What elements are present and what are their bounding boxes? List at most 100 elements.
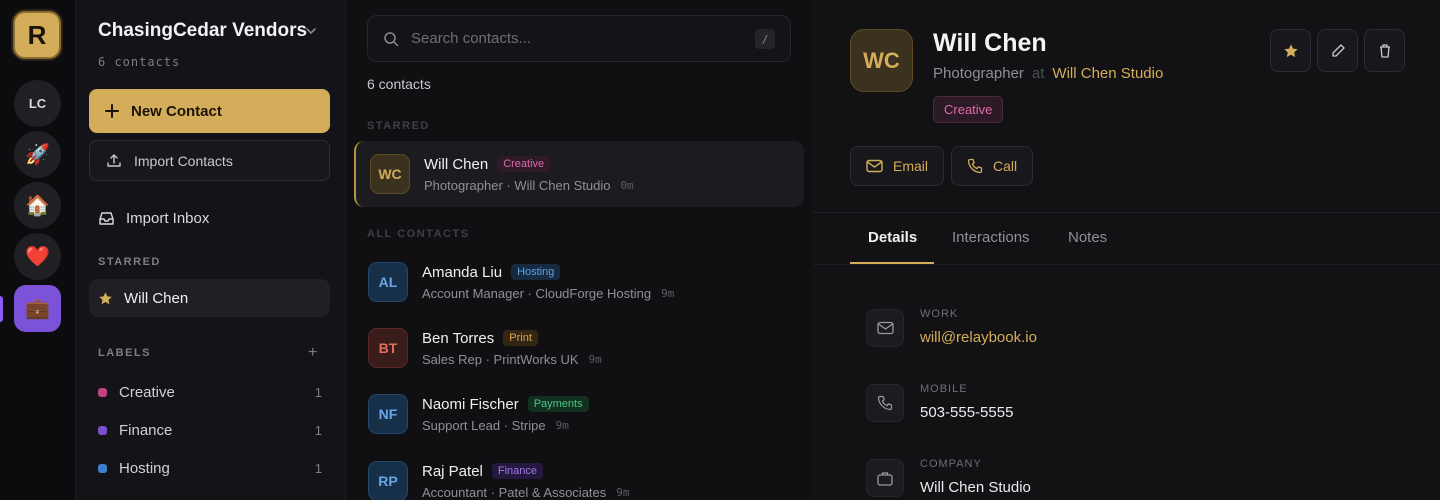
starred-item-will-chen[interactable]: Will Chen xyxy=(89,279,330,317)
label-name: Finance xyxy=(119,422,173,439)
contact-name: Will Chen xyxy=(424,155,489,173)
list-count: 6 contacts xyxy=(367,76,431,92)
label-hosting[interactable]: Hosting 1 xyxy=(98,460,322,477)
contact-card-amanda-liu[interactable]: AL Amanda Liu Hosting Account Manager · C… xyxy=(354,249,804,315)
active-workspace-indicator xyxy=(0,296,3,322)
tab-interactions[interactable]: Interactions xyxy=(952,229,1030,246)
contact-tag: Hosting xyxy=(511,264,561,280)
label-count: 1 xyxy=(314,385,322,400)
workspace-house[interactable]: 🏠 xyxy=(14,182,61,229)
app: R LC 🚀 🏠 ❤️ 💼 ChasingCedar Vendors 6 con… xyxy=(0,0,1440,500)
app-logo[interactable]: R xyxy=(13,11,61,59)
label-count: 1 xyxy=(314,423,322,438)
contact-tag: Creative xyxy=(497,156,551,172)
divider xyxy=(813,264,1440,265)
starred-item-label: Will Chen xyxy=(124,289,189,307)
list-all-title: ALL CONTACTS xyxy=(367,228,470,240)
field-label: MOBILE xyxy=(920,383,968,395)
edit-button[interactable] xyxy=(1317,29,1358,72)
field-value-email[interactable]: will@relaybook.io xyxy=(920,329,1037,346)
contact-time: 9m xyxy=(616,485,630,499)
list-starred-title: STARRED xyxy=(367,120,430,132)
label-color-dot xyxy=(98,426,107,435)
detail-role: Photographer xyxy=(933,65,1024,82)
phone-icon xyxy=(967,158,983,174)
workspace-heart[interactable]: ❤️ xyxy=(14,233,61,280)
label-name: Creative xyxy=(119,384,175,401)
email-button-label: Email xyxy=(893,158,929,174)
briefcase-icon xyxy=(877,471,893,486)
sidebar: ChasingCedar Vendors 6 contacts New Cont… xyxy=(76,0,346,500)
new-contact-label: New Contact xyxy=(131,102,222,120)
field-label: COMPANY xyxy=(920,458,982,470)
contact-name: Ben Torres xyxy=(422,329,495,347)
field-value-company: Will Chen Studio xyxy=(920,479,1031,496)
chevron-down-icon[interactable] xyxy=(304,24,318,38)
workspace-rail: R LC 🚀 🏠 ❤️ 💼 xyxy=(0,0,76,500)
contact-card-naomi-fischer[interactable]: NF Naomi Fischer Payments Support Lead · … xyxy=(354,381,804,447)
call-button[interactable]: Call xyxy=(951,146,1034,186)
field-icon-box xyxy=(866,309,904,347)
detail-tag[interactable]: Creative xyxy=(933,96,1004,123)
contact-card-will-chen[interactable]: WC Will Chen Creative Photographer · Will… xyxy=(354,141,804,207)
label-creative[interactable]: Creative 1 xyxy=(98,384,322,401)
tab-notes[interactable]: Notes xyxy=(1068,229,1107,246)
inbox-icon xyxy=(99,212,114,225)
trash-icon xyxy=(1379,43,1390,58)
contact-subtitle: Accountant · Patel & Associates xyxy=(422,484,607,500)
contact-name: Amanda Liu xyxy=(422,263,503,281)
contact-time: 9m xyxy=(555,418,569,432)
avatar: AL xyxy=(368,262,408,302)
detail-company-link[interactable]: Will Chen Studio xyxy=(1052,65,1163,82)
label-color-dot xyxy=(98,388,107,397)
import-contacts-button[interactable]: Import Contacts xyxy=(89,140,330,181)
contact-time: 9m xyxy=(588,352,602,366)
tab-details[interactable]: Details xyxy=(868,229,917,246)
search-placeholder: Search contacts... xyxy=(411,30,532,47)
workspace-briefcase[interactable]: 💼 xyxy=(14,285,61,332)
import-inbox-link[interactable]: Import Inbox xyxy=(98,210,209,227)
field-value-mobile[interactable]: 503-555-5555 xyxy=(920,404,1013,421)
contact-card-ben-torres[interactable]: BT Ben Torres Print Sales Rep · PrintWork… xyxy=(354,315,804,381)
workspace-rocket[interactable]: 🚀 xyxy=(14,131,61,178)
workspace-lc[interactable]: LC xyxy=(14,80,61,127)
new-contact-button[interactable]: New Contact xyxy=(89,89,330,133)
labels-section-title: LABELS xyxy=(98,347,151,359)
detail-name: Will Chen xyxy=(933,29,1047,57)
avatar: WC xyxy=(370,154,410,194)
star-icon xyxy=(1283,43,1298,57)
label-count: 1 xyxy=(314,461,322,476)
search-input[interactable]: Search contacts... / xyxy=(367,15,791,62)
field-icon-box xyxy=(866,384,904,422)
org-name[interactable]: ChasingCedar Vendors xyxy=(98,20,307,42)
contact-subtitle: Support Lead · Stripe xyxy=(422,417,546,433)
upload-icon xyxy=(107,153,121,167)
call-button-label: Call xyxy=(993,158,1018,174)
add-label-button[interactable]: + xyxy=(308,344,317,362)
delete-button[interactable] xyxy=(1364,29,1405,72)
avatar: NF xyxy=(368,394,408,434)
email-button[interactable]: Email xyxy=(850,146,945,186)
contact-subtitle: Account Manager · CloudForge Hosting xyxy=(422,285,652,301)
field-label: WORK xyxy=(920,308,959,320)
contact-tag: Print xyxy=(503,330,538,346)
import-inbox-label: Import Inbox xyxy=(126,210,210,227)
field-company: COMPANY Will Chen Studio xyxy=(866,458,1031,497)
contact-list-panel: Search contacts... / 6 contacts STARRED … xyxy=(346,0,813,500)
search-shortcut-hint: / xyxy=(755,29,775,49)
contact-name: Raj Patel xyxy=(422,462,483,480)
contact-card-raj-patel[interactable]: RP Raj Patel Finance Accountant · Patel &… xyxy=(354,448,804,500)
contact-time: 0m xyxy=(620,178,634,192)
starred-section-title: STARRED xyxy=(98,256,161,268)
contact-name: Naomi Fischer xyxy=(422,395,519,413)
detail-at: at xyxy=(1031,65,1045,82)
phone-icon xyxy=(877,395,893,411)
star-icon xyxy=(99,291,112,304)
star-button[interactable] xyxy=(1270,29,1311,72)
detail-avatar: WC xyxy=(850,29,913,92)
contact-detail-panel: WC Will Chen Photographer at Will Chen S… xyxy=(813,0,1440,500)
label-finance[interactable]: Finance 1 xyxy=(98,422,322,439)
avatar: BT xyxy=(368,328,408,368)
pencil-icon xyxy=(1331,43,1345,57)
contact-subtitle: Sales Rep · PrintWorks UK xyxy=(422,351,579,367)
